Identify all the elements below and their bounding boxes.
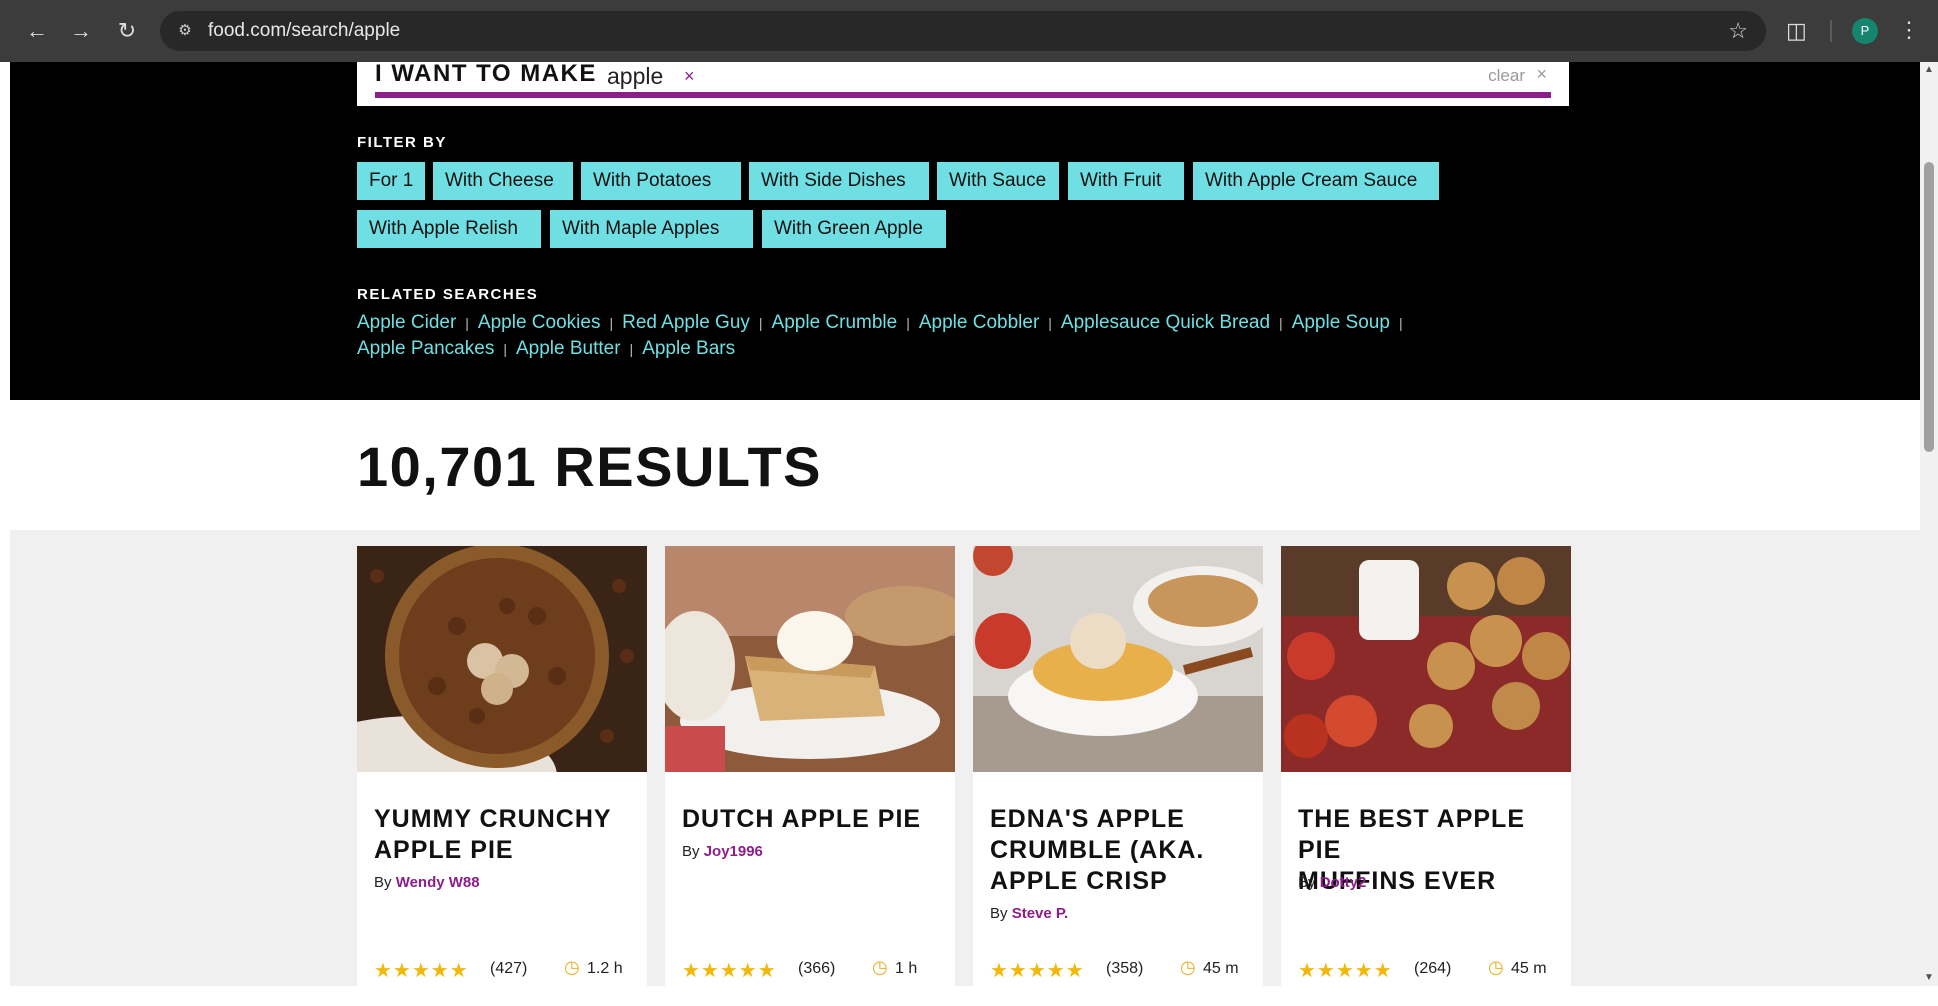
address-bar[interactable]: ⚙ food.com/search/apple ☆ [160,11,1766,51]
toolbar-divider [1830,20,1832,42]
recipe-title[interactable]: DUTCH APPLE PIE [682,804,942,835]
related-link[interactable]: Red Apple Guy [622,312,750,333]
reload-icon[interactable]: ↻ [112,16,142,46]
related-link[interactable]: Apple Cider [357,312,456,333]
rating-stars-icon: ★★★★★ [682,960,777,982]
recipe-byline: By Dotty2 [1298,874,1367,891]
recipe-card[interactable]: THE BEST APPLE PIE MUFFINS EVER By Dotty… [1281,546,1571,986]
related-link[interactable]: Apple Cookies [478,312,601,333]
recipe-grid: YUMMY CRUNCHY APPLE PIE By Wendy W88 ★★★… [10,530,1920,986]
filter-chip[interactable]: With Green Apple [762,210,946,248]
search-label: I WANT TO MAKE [375,62,597,87]
search-term-chip: apple [607,63,664,89]
cook-time: 1 h [895,960,918,977]
cook-time: 45 m [1203,960,1239,977]
related-links-row-2: Apple Pancakes | Apple Butter | Apple Bars [357,338,736,359]
filter-chip[interactable]: With Sauce [937,162,1059,200]
related-link[interactable]: Apple Cobbler [919,312,1039,333]
filter-chip[interactable]: With Maple Apples [550,210,753,248]
recipe-image[interactable] [665,546,955,772]
rating-stars-icon: ★★★★★ [374,960,469,982]
back-arrow-icon[interactable]: ← [22,16,52,46]
kebab-menu-icon[interactable]: ⋮ [1898,17,1920,43]
search-underline [375,92,1551,98]
clock-icon: ◷ [1180,957,1196,977]
related-searches-heading: RELATED SEARCHES [357,286,539,303]
clock-icon: ◷ [564,957,580,977]
filter-chip[interactable]: With Cheese [433,162,573,200]
scroll-down-icon[interactable]: ▼ [1920,970,1938,986]
browser-toolbar: ← → ↻ ⚙ food.com/search/apple ☆ ◫ P ⋮ [0,0,1938,62]
filter-chip[interactable]: With Apple Relish [357,210,541,248]
clock-icon: ◷ [1488,957,1504,977]
filter-chip[interactable]: With Potatoes [581,162,741,200]
clock-icon: ◷ [872,957,888,977]
clear-x-icon[interactable]: × [1536,64,1547,85]
related-links-row-1: Apple Cider | Apple Cookies | Red Apple Guy |… [357,312,1403,333]
url-text[interactable]: food.com/search/apple [208,20,400,42]
window-bottom-edge [0,986,1938,1006]
recipe-card[interactable]: DUTCH APPLE PIE By Joy1996 ★★★★★ (366) ◷… [665,546,955,986]
forward-arrow-icon[interactable]: → [66,16,96,46]
profile-avatar[interactable]: P [1852,18,1878,44]
site-settings-icon[interactable]: ⚙ [174,20,196,42]
author-link[interactable]: Dotty2 [1320,874,1367,891]
filter-chip[interactable]: With Apple Cream Sauce [1193,162,1439,200]
recipe-byline: By Joy1996 [682,843,763,860]
recipe-image[interactable] [973,546,1263,772]
filter-chip[interactable]: For 1 [357,162,425,200]
recipe-title[interactable]: YUMMY CRUNCHY APPLE PIE [374,804,634,866]
filter-by-heading: FILTER BY [357,134,447,151]
rating-stars-icon: ★★★★★ [990,960,1085,982]
search-hero: I WANT TO MAKE apple × clear × FILTER BY… [10,62,1920,400]
rating-stars-icon: ★★★★★ [1298,960,1393,982]
author-link[interactable]: Steve P. [1012,905,1068,922]
scroll-up-icon[interactable]: ▲ [1920,62,1938,78]
review-count: (358) [1106,960,1144,977]
author-link[interactable]: Joy1996 [704,843,763,860]
cook-time: 1.2 h [587,960,623,977]
recipe-card[interactable]: EDNA'S APPLE CRUMBLE (AKA. APPLE CRISP B… [973,546,1263,986]
related-link[interactable]: Apple Pancakes [357,338,494,359]
page-viewport: I WANT TO MAKE apple × clear × FILTER BY… [10,62,1920,986]
results-header: 10,701 RESULTS [10,400,1920,530]
recipe-image[interactable] [357,546,647,772]
recipe-byline: By Steve P. [990,905,1069,922]
review-count: (366) [798,960,836,977]
review-count: (427) [490,960,528,977]
related-link[interactable]: Apple Crumble [772,312,898,333]
recipe-byline: By Wendy W88 [374,874,480,891]
clear-link[interactable]: clear [1488,66,1525,86]
related-link[interactable]: Apple Butter [516,338,621,359]
related-link[interactable]: Apple Soup [1292,312,1390,333]
recipe-title[interactable]: EDNA'S APPLE CRUMBLE (AKA. APPLE CRISP [990,804,1250,897]
page-scrollbar[interactable]: ▲ ▼ [1920,62,1938,986]
filter-chip[interactable]: With Fruit [1068,162,1184,200]
search-box[interactable]: I WANT TO MAKE apple × clear × [357,62,1569,106]
remove-term-icon[interactable]: × [684,66,695,87]
recipe-image[interactable] [1281,546,1571,772]
puzzle-icon[interactable]: ◫ [1786,18,1807,44]
author-link[interactable]: Wendy W88 [396,874,480,891]
star-bookmark-icon[interactable]: ☆ [1728,18,1748,44]
related-link[interactable]: Apple Bars [642,338,735,359]
review-count: (264) [1414,960,1452,977]
cook-time: 45 m [1511,960,1547,977]
scroll-thumb[interactable] [1924,162,1934,452]
related-link[interactable]: Applesauce Quick Bread [1061,312,1270,333]
recipe-card[interactable]: YUMMY CRUNCHY APPLE PIE By Wendy W88 ★★★… [357,546,647,986]
filter-chip[interactable]: With Side Dishes [749,162,929,200]
results-count: 10,701 RESULTS [357,435,823,498]
